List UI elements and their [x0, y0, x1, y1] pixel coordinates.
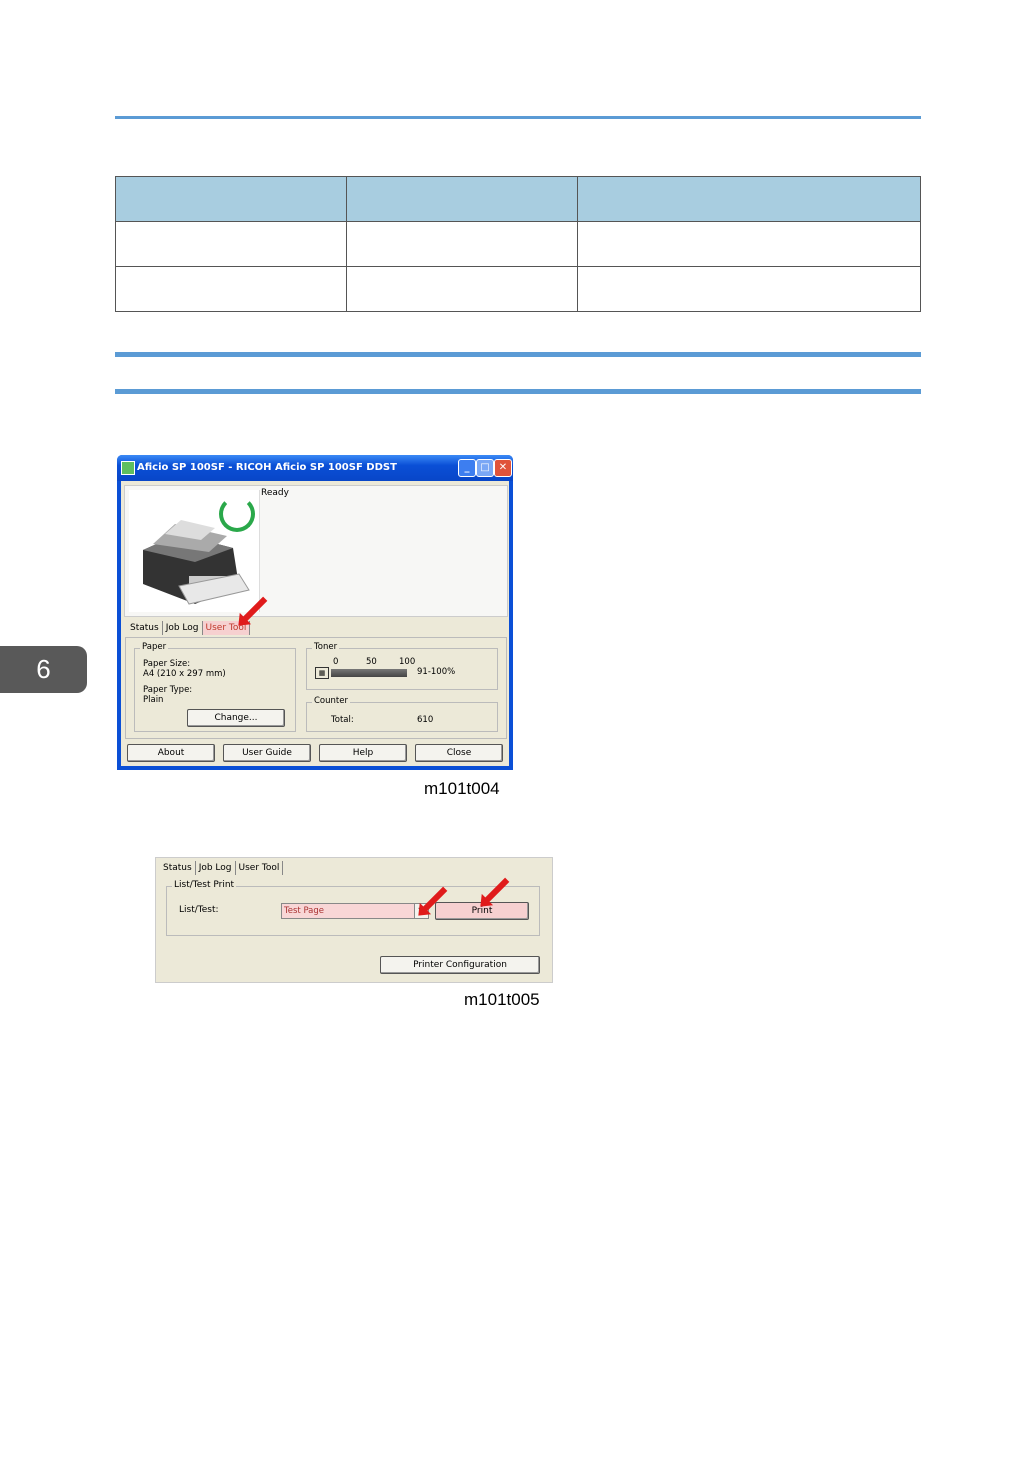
window-client: Ready Status Job Log User Tool Paper Paper… — [121, 481, 509, 766]
user-tool-panel: Status Job Log User Tool List/Test Print L… — [155, 857, 553, 983]
table-row — [115, 221, 921, 267]
printer-configuration-button[interactable]: Printer Configuration — [380, 956, 540, 974]
tab-user-tool[interactable]: User Tool — [236, 861, 284, 875]
counter-total-value: 610 — [417, 715, 434, 725]
paper-group: Paper Paper Size: A4 (210 x 297 mm) Pape… — [134, 642, 296, 732]
help-button[interactable]: Help — [319, 744, 407, 762]
toner-tick-label: 0 — [333, 657, 339, 667]
paper-type-label: Paper Type: — [143, 685, 193, 695]
toner-level-bar — [331, 669, 407, 677]
toner-tick-label: 100 — [399, 657, 416, 667]
counter-group: Counter Total: 610 — [306, 696, 498, 732]
user-guide-button[interactable]: User Guide — [223, 744, 311, 762]
toner-tick-label: 50 — [366, 657, 377, 667]
status-tab-panel: Paper Paper Size: A4 (210 x 297 mm) Pape… — [125, 637, 507, 739]
maximize-icon[interactable]: □ — [476, 459, 494, 477]
window-title: Aficio SP 100SF - RICOH Aficio SP 100SF … — [137, 462, 397, 473]
chapter-tab: 6 — [0, 646, 87, 693]
status-window: Aficio SP 100SF - RICOH Aficio SP 100SF … — [117, 455, 513, 770]
status-ready-icon — [219, 496, 255, 532]
doc-table — [115, 176, 921, 312]
toner-group-title: Toner — [312, 642, 340, 652]
tab-status[interactable]: Status — [127, 621, 163, 635]
toner-icon: ▦ — [315, 667, 329, 679]
counter-total-label: Total: — [331, 715, 354, 725]
tab-bar: Status Job Log User Tool — [127, 621, 251, 635]
table-cell — [577, 266, 921, 312]
paper-size-label: Paper Size: — [143, 659, 191, 669]
paper-size-value: A4 (210 x 297 mm) — [143, 669, 226, 679]
list-test-select[interactable]: Test Page ▼ — [281, 903, 429, 919]
tab-job-log[interactable]: Job Log — [163, 621, 203, 635]
status-pane: Ready — [124, 485, 508, 617]
tab-job-log[interactable]: Job Log — [196, 861, 236, 875]
table-cell — [115, 266, 347, 312]
status-text: Ready — [261, 488, 289, 498]
about-button[interactable]: About — [127, 744, 215, 762]
list-test-label: List/Test: — [179, 905, 219, 915]
window-titlebar[interactable]: Aficio SP 100SF - RICOH Aficio SP 100SF … — [117, 455, 513, 481]
table-cell — [577, 221, 921, 267]
section-rule — [115, 352, 921, 357]
list-test-group-title: List/Test Print — [172, 880, 237, 890]
table-header-cell — [115, 176, 347, 222]
table-header-cell — [577, 176, 921, 222]
close-button[interactable]: Close — [415, 744, 503, 762]
table-cell — [115, 221, 347, 267]
list-test-value: Test Page — [284, 906, 325, 916]
table-row — [115, 266, 921, 312]
printer-image — [129, 490, 260, 612]
counter-group-title: Counter — [312, 696, 350, 706]
header-rule — [115, 116, 921, 119]
toner-level-text: 91-100% — [417, 667, 456, 677]
close-icon[interactable]: ✕ — [494, 459, 512, 477]
paper-type-value: Plain — [143, 695, 164, 705]
minimize-icon[interactable]: _ — [458, 459, 476, 477]
table-header-cell — [346, 176, 578, 222]
figure-caption: m101t005 — [464, 990, 540, 1009]
tab-status[interactable]: Status — [160, 861, 196, 875]
toner-group: Toner 0 50 100 ▦ 91-100% — [306, 642, 498, 690]
change-button[interactable]: Change... — [187, 709, 285, 727]
table-header-row — [115, 176, 921, 222]
paper-group-title: Paper — [140, 642, 169, 652]
section-rule — [115, 389, 921, 394]
table-cell — [346, 266, 578, 312]
printer-app-icon — [121, 461, 135, 475]
table-cell — [346, 221, 578, 267]
figure-caption: m101t004 — [424, 779, 500, 798]
tab-bar: Status Job Log User Tool — [160, 861, 284, 875]
